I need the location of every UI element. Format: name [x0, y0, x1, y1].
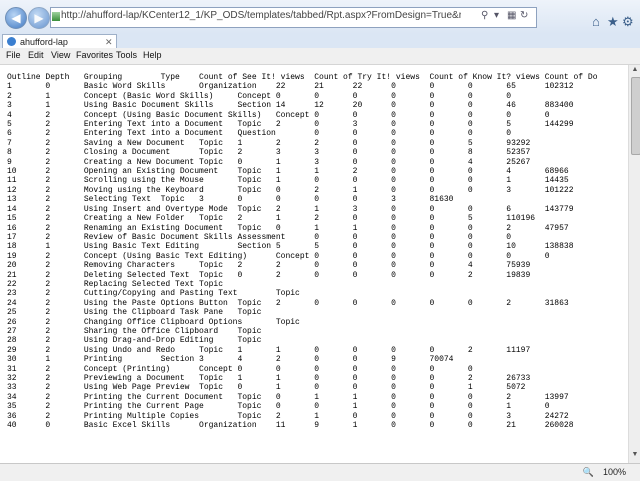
page-icon — [52, 12, 60, 21]
menu-file[interactable]: File — [6, 50, 21, 60]
close-tab-icon[interactable]: ✕ — [105, 35, 113, 49]
report-row: 8 2 Closing a Document Topic 2 3 3 0 0 0… — [7, 148, 531, 158]
forward-arrow-icon: ▶ — [34, 11, 44, 25]
report-row: 35 2 Printing the Current Page Topic 0 0… — [7, 402, 550, 412]
report-row: 14 2 Using Insert and Overtype Mode Topi… — [7, 204, 574, 214]
report-row: 2 1 Concept (Basic Word Skills) Concept … — [7, 91, 512, 101]
report-row: 3 1 Using Basic Document Skills Section … — [7, 101, 574, 111]
report-row: 15 2 Creating a New Folder Topic 2 1 2 0… — [7, 214, 536, 224]
report-row: 9 2 Creating a New Document Topic 0 1 3 … — [7, 157, 531, 167]
menu-help[interactable]: Help — [143, 50, 162, 60]
report-row: 29 2 Using Undo and Redo Topic 1 1 0 0 0… — [7, 345, 531, 355]
report-row: 33 2 Using Web Page Preview Topic 0 1 0 … — [7, 383, 526, 393]
report-row: 21 2 Deleting Selected Text Topic 0 2 0 … — [7, 270, 531, 280]
menu-favorites[interactable]: Favorites — [76, 50, 113, 60]
scroll-down-icon[interactable]: ▼ — [631, 451, 639, 458]
report-row: 31 2 Concept (Printing) Concept 0 0 0 0 … — [7, 364, 473, 374]
report-row: 11 2 Scrolling using the Mouse Topic 1 0… — [7, 176, 569, 186]
report-row: 30 1 Printing Section 3 4 2 0 0 9 70074 — [7, 355, 454, 365]
report-row: 19 2 Concept (Using Basic Text Editing) … — [7, 251, 550, 261]
address-bar: ◀ ▶ http://ahufford-lap/KCenter12_1/KP_O… — [0, 0, 640, 35]
report-text: Outline Depth Grouping Type Count of See… — [7, 73, 598, 430]
report-row: 4 2 Concept (Using Basic Document Skills… — [7, 110, 550, 120]
report-row: 10 2 Opening an Existing Document Topic … — [7, 167, 569, 177]
menu-tools[interactable]: Tools — [116, 50, 137, 60]
ie-icon — [7, 37, 16, 46]
report-row: 23 2 Cutting/Copying and Pasting Text To… — [7, 289, 300, 299]
vertical-scrollbar[interactable]: ▲ ▼ — [628, 65, 640, 463]
report-row: 6 2 Entering Text into a Document Questi… — [7, 129, 512, 139]
zoom-level[interactable]: 100% — [603, 467, 626, 477]
url-text: http://ahufford-lap/KCenter12_1/KP_ODS/t… — [61, 10, 461, 21]
report-row: 1 0 Basic Word Skills Organization 22 21… — [7, 82, 574, 92]
zoom-icon[interactable]: 🔍 — [583, 467, 594, 478]
scroll-up-icon[interactable]: ▲ — [631, 66, 639, 73]
scroll-thumb[interactable] — [631, 77, 640, 155]
back-arrow-icon: ◀ — [11, 11, 21, 25]
report-row: 16 2 Renaming an Existing Document Topic… — [7, 223, 569, 233]
settings-gear-icon[interactable]: ⚙ — [622, 14, 634, 30]
browser-tab[interactable]: ahufford-lap ✕ — [2, 34, 117, 49]
report-row: 28 2 Using Drag-and-Drop Editing Topic — [7, 336, 262, 346]
report-row: 22 2 Replacing Selected Text Topic — [7, 279, 224, 289]
report-row: 26 2 Changing Office Clipboard Options T… — [7, 317, 300, 327]
report-row: 5 2 Entering Text into a Document Topic … — [7, 120, 574, 130]
report-row: 24 2 Using the Paste Options Button Topi… — [7, 298, 569, 308]
report-header: Outline Depth Grouping Type Count of See… — [7, 73, 598, 82]
report-row: 36 2 Printing Multiple Copies Topic 2 1 … — [7, 411, 569, 421]
status-bar: 🔍 100% — [0, 463, 640, 481]
favorites-star-icon[interactable]: ★ — [607, 14, 619, 30]
report-row: 13 2 Selecting Text Topic 3 0 0 0 0 3 81… — [7, 195, 454, 205]
tab-title: ahufford-lap — [20, 37, 68, 47]
refresh-icon[interactable]: ↻ — [520, 10, 528, 21]
home-icon[interactable]: ⌂ — [592, 14, 600, 29]
report-row: 40 0 Basic Excel Skills Organization 11 … — [7, 421, 574, 431]
forward-button[interactable]: ▶ — [28, 7, 50, 29]
report-row: 18 1 Using Basic Text Editing Section 5 … — [7, 242, 574, 252]
back-button[interactable]: ◀ — [5, 7, 27, 29]
report-row: 20 2 Removing Characters Topic 2 2 0 0 0… — [7, 261, 531, 271]
report-row: 25 2 Using the Clipboard Task Pane Topic — [7, 308, 262, 318]
url-field[interactable]: http://ahufford-lap/KCenter12_1/KP_ODS/t… — [50, 7, 537, 28]
report-row: 34 2 Printing the Current Document Topic… — [7, 392, 569, 402]
report-row: 17 2 Review of Basic Document Skills Ass… — [7, 232, 512, 242]
report-row: 32 2 Previewing a Document Topic 1 1 0 0… — [7, 374, 531, 383]
report-row: 27 2 Sharing the Office Clipboard Topic — [7, 326, 262, 336]
report-row: 12 2 Moving using the Keyboard Topic 0 2… — [7, 185, 574, 195]
menu-bar: File Edit View Favorites Tools Help — [0, 48, 640, 65]
menu-edit[interactable]: Edit — [28, 50, 44, 60]
menu-view[interactable]: View — [51, 50, 70, 60]
report-row: 7 2 Saving a New Document Topic 1 2 2 0 … — [7, 138, 531, 148]
page-content: Outline Depth Grouping Type Count of See… — [0, 65, 628, 463]
dropdown-icon[interactable]: ▾ — [494, 10, 499, 21]
compatibility-icon[interactable]: ▦ — [507, 10, 516, 21]
search-icon[interactable]: ⚲ — [481, 10, 488, 21]
